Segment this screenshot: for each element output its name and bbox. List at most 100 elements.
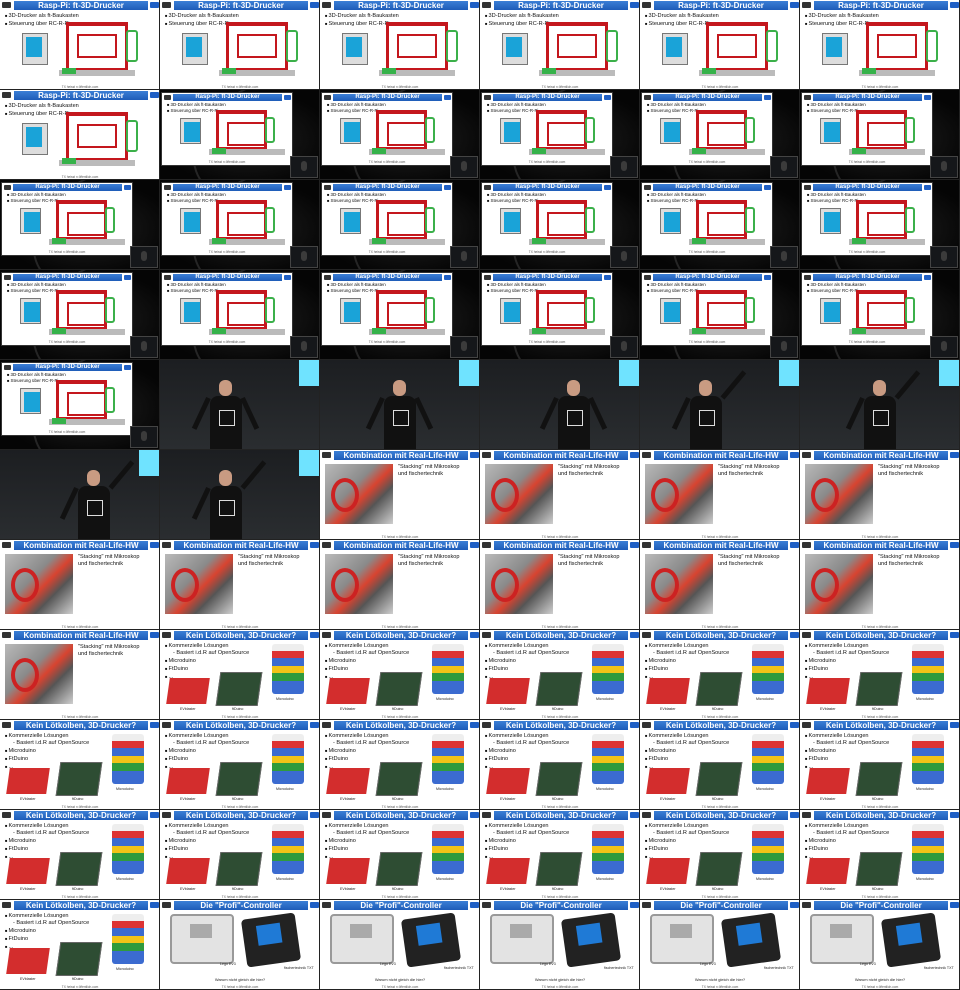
video-thumbnail[interactable]: Rasp-Pi: ft-3D-Drucker3D-Drucker als ft-… xyxy=(640,0,800,90)
video-thumbnail[interactable]: Kombination mit Real-Life-HW "Stacking" m… xyxy=(640,450,800,540)
video-thumbnail[interactable]: Kein Lötkolben, 3D-Drucker?Kommerzielle … xyxy=(800,630,960,720)
video-thumbnail[interactable]: Rasp-Pi: ft-3D-Drucker3D-Drucker als ft-… xyxy=(0,360,160,450)
video-thumbnail[interactable] xyxy=(160,360,320,450)
video-thumbnail[interactable]: Rasp-Pi: ft-3D-Drucker3D-Drucker als ft-… xyxy=(320,180,480,270)
video-thumbnail[interactable]: Rasp-Pi: ft-3D-Drucker3D-Drucker als ft-… xyxy=(320,270,480,360)
speaker-inset xyxy=(290,336,318,358)
video-thumbnail[interactable]: Rasp-Pi: ft-3D-Drucker3D-Drucker als ft-… xyxy=(0,270,160,360)
video-thumbnail[interactable]: Kein Lötkolben, 3D-Drucker?Kommerzielle … xyxy=(0,720,160,810)
wall-light xyxy=(459,360,479,386)
video-thumbnail[interactable]: Kein Lötkolben, 3D-Drucker?Kommerzielle … xyxy=(160,810,320,900)
caption: EVblaster xyxy=(660,707,676,711)
logo-left-icon xyxy=(2,812,11,818)
green-board-image xyxy=(695,852,743,886)
caption: Microduino xyxy=(756,787,774,791)
video-thumbnail[interactable]: Rasp-Pi: ft-3D-Drucker3D-Drucker als ft-… xyxy=(800,270,960,360)
slide-footer: TX heisst n öffentlich.com xyxy=(221,715,259,719)
video-thumbnail[interactable]: Kein Lötkolben, 3D-Drucker?Kommerzielle … xyxy=(640,720,800,810)
video-thumbnail[interactable]: Rasp-Pi: ft-3D-Drucker3D-Drucker als ft-… xyxy=(0,180,160,270)
video-thumbnail[interactable]: Rasp-Pi: ft-3D-Drucker3D-Drucker als ft-… xyxy=(320,0,480,90)
video-thumbnail[interactable] xyxy=(480,360,640,450)
video-thumbnail[interactable]: Rasp-Pi: ft-3D-Drucker3D-Drucker als ft-… xyxy=(640,90,800,180)
video-thumbnail[interactable]: Kombination mit Real-Life-HW "Stacking" m… xyxy=(320,540,480,630)
video-thumbnail[interactable]: Kein Lötkolben, 3D-Drucker?Kommerzielle … xyxy=(160,720,320,810)
video-thumbnail[interactable]: Rasp-Pi: ft-3D-Drucker3D-Drucker als ft-… xyxy=(800,180,960,270)
video-thumbnail[interactable]: Die "Profi"-Controller Lego EV3 fischertec… xyxy=(640,900,800,990)
video-thumbnail[interactable]: Kein Lötkolben, 3D-Drucker?Kommerzielle … xyxy=(800,810,960,900)
slide-title: Kombination mit Real-Life-HW xyxy=(814,541,948,550)
video-thumbnail[interactable] xyxy=(640,360,800,450)
video-thumbnail[interactable]: Kombination mit Real-Life-HW "Stacking" m… xyxy=(480,450,640,540)
video-thumbnail[interactable]: Die "Profi"-Controller Lego EV3 fischertec… xyxy=(800,900,960,990)
video-thumbnail[interactable]: Kombination mit Real-Life-HW "Stacking" m… xyxy=(800,540,960,630)
video-thumbnail[interactable]: Kein Lötkolben, 3D-Drucker?Kommerzielle … xyxy=(640,810,800,900)
video-thumbnail[interactable]: Kombination mit Real-Life-HW "Stacking" m… xyxy=(160,540,320,630)
video-thumbnail[interactable]: Kein Lötkolben, 3D-Drucker?Kommerzielle … xyxy=(320,810,480,900)
video-thumbnail[interactable]: Rasp-Pi: ft-3D-Drucker3D-Drucker als ft-… xyxy=(0,90,160,180)
printer-image xyxy=(689,110,765,155)
video-thumbnail[interactable]: Kombination mit Real-Life-HW "Stacking" m… xyxy=(480,540,640,630)
video-thumbnail[interactable]: Die "Profi"-Controller Lego EV3 fischertec… xyxy=(480,900,640,990)
speaker-arm xyxy=(108,460,135,490)
video-thumbnail[interactable] xyxy=(160,450,320,540)
video-thumbnail[interactable]: Kein Lötkolben, 3D-Drucker?Kommerzielle … xyxy=(320,630,480,720)
video-thumbnail[interactable]: Rasp-Pi: ft-3D-Drucker3D-Drucker als ft-… xyxy=(320,90,480,180)
video-thumbnail[interactable]: Rasp-Pi: ft-3D-Drucker3D-Drucker als ft-… xyxy=(160,0,320,90)
video-thumbnail[interactable]: Rasp-Pi: ft-3D-Drucker3D-Drucker als ft-… xyxy=(160,90,320,180)
video-thumbnail[interactable]: Rasp-Pi: ft-3D-Drucker3D-Drucker als ft-… xyxy=(480,90,640,180)
video-thumbnail[interactable]: Kombination mit Real-Life-HW "Stacking" m… xyxy=(0,540,160,630)
video-thumbnail[interactable]: Kein Lötkolben, 3D-Drucker?Kommerzielle … xyxy=(320,720,480,810)
printer-image xyxy=(209,290,285,335)
video-thumbnail[interactable]: Kein Lötkolben, 3D-Drucker?Kommerzielle … xyxy=(640,630,800,720)
bullet-item: 3D-Drucker als ft-Baukasten xyxy=(485,12,636,20)
video-thumbnail[interactable]: Kein Lötkolben, 3D-Drucker?Kommerzielle … xyxy=(480,810,640,900)
stack-image xyxy=(432,824,464,874)
video-thumbnail[interactable]: Die "Profi"-Controller Lego EV3 fischertec… xyxy=(320,900,480,990)
caption: EVblaster xyxy=(340,707,356,711)
video-thumbnail[interactable]: Rasp-Pi: ft-3D-Drucker3D-Drucker als ft-… xyxy=(480,270,640,360)
video-thumbnail[interactable]: Kombination mit Real-Life-HW "Stacking" m… xyxy=(0,630,160,720)
video-thumbnail[interactable]: Rasp-Pi: ft-3D-Drucker3D-Drucker als ft-… xyxy=(160,180,320,270)
caption: ftDuino xyxy=(392,707,404,711)
video-thumbnail[interactable]: Die "Profi"-Controller Lego EV3 fischertec… xyxy=(160,900,320,990)
logo-right-icon xyxy=(124,275,131,280)
video-thumbnail[interactable]: Kombination mit Real-Life-HW "Stacking" m… xyxy=(800,450,960,540)
part-image xyxy=(212,328,226,334)
speaker-head xyxy=(393,380,406,396)
video-thumbnail[interactable]: Kombination mit Real-Life-HW "Stacking" m… xyxy=(320,450,480,540)
ev3-image xyxy=(490,914,554,964)
video-thumbnail[interactable]: Rasp-Pi: ft-3D-Drucker3D-Drucker als ft-… xyxy=(480,0,640,90)
video-thumbnail[interactable]: Rasp-Pi: ft-3D-Drucker3D-Drucker als ft-… xyxy=(160,270,320,360)
logo-right-icon xyxy=(310,2,319,8)
video-thumbnail[interactable]: Kombination mit Real-Life-HW "Stacking" m… xyxy=(640,540,800,630)
slide: Rasp-Pi: ft-3D-Drucker3D-Drucker als ft-… xyxy=(482,93,612,165)
slide: Rasp-Pi: ft-3D-Drucker3D-Drucker als ft-… xyxy=(642,93,772,165)
green-board-image xyxy=(535,852,583,886)
slide-footer: TX heisst n öffentlich.com xyxy=(701,985,739,989)
video-thumbnail[interactable] xyxy=(800,360,960,450)
slide-footer: TX heisst n öffentlich.com xyxy=(861,85,899,89)
video-thumbnail[interactable]: Kein Lötkolben, 3D-Drucker?Kommerzielle … xyxy=(160,630,320,720)
caption: Microduino xyxy=(276,697,294,701)
video-thumbnail[interactable]: Kein Lötkolben, 3D-Drucker?Kommerzielle … xyxy=(480,630,640,720)
video-thumbnail[interactable]: Rasp-Pi: ft-3D-Drucker3D-Drucker als ft-… xyxy=(800,0,960,90)
video-thumbnail[interactable] xyxy=(320,360,480,450)
video-thumbnail[interactable]: Rasp-Pi: ft-3D-Drucker3D-Drucker als ft-… xyxy=(0,0,160,90)
video-thumbnail[interactable]: Kein Lötkolben, 3D-Drucker?Kommerzielle … xyxy=(0,900,160,990)
video-thumbnail[interactable]: Kein Lötkolben, 3D-Drucker?Kommerzielle … xyxy=(0,810,160,900)
slide-title: Die "Profi"-Controller xyxy=(174,901,308,910)
touchscreen-image xyxy=(820,118,841,144)
video-thumbnail[interactable]: Rasp-Pi: ft-3D-Drucker3D-Drucker als ft-… xyxy=(800,90,960,180)
slide: Kein Lötkolben, 3D-Drucker?Kommerzielle … xyxy=(800,630,959,719)
speaker-body xyxy=(864,396,896,449)
slide-title: Kein Lötkolben, 3D-Drucker? xyxy=(814,631,948,640)
video-thumbnail[interactable]: Kein Lötkolben, 3D-Drucker?Kommerzielle … xyxy=(800,720,960,810)
touchscreen-image xyxy=(500,208,521,234)
logo-left-icon xyxy=(642,452,651,458)
part-image xyxy=(52,238,66,244)
video-thumbnail[interactable] xyxy=(0,450,160,540)
video-thumbnail[interactable]: Rasp-Pi: ft-3D-Drucker3D-Drucker als ft-… xyxy=(640,180,800,270)
video-thumbnail[interactable]: Kein Lötkolben, 3D-Drucker?Kommerzielle … xyxy=(480,720,640,810)
video-thumbnail[interactable]: Rasp-Pi: ft-3D-Drucker3D-Drucker als ft-… xyxy=(480,180,640,270)
video-thumbnail[interactable]: Rasp-Pi: ft-3D-Drucker3D-Drucker als ft-… xyxy=(640,270,800,360)
